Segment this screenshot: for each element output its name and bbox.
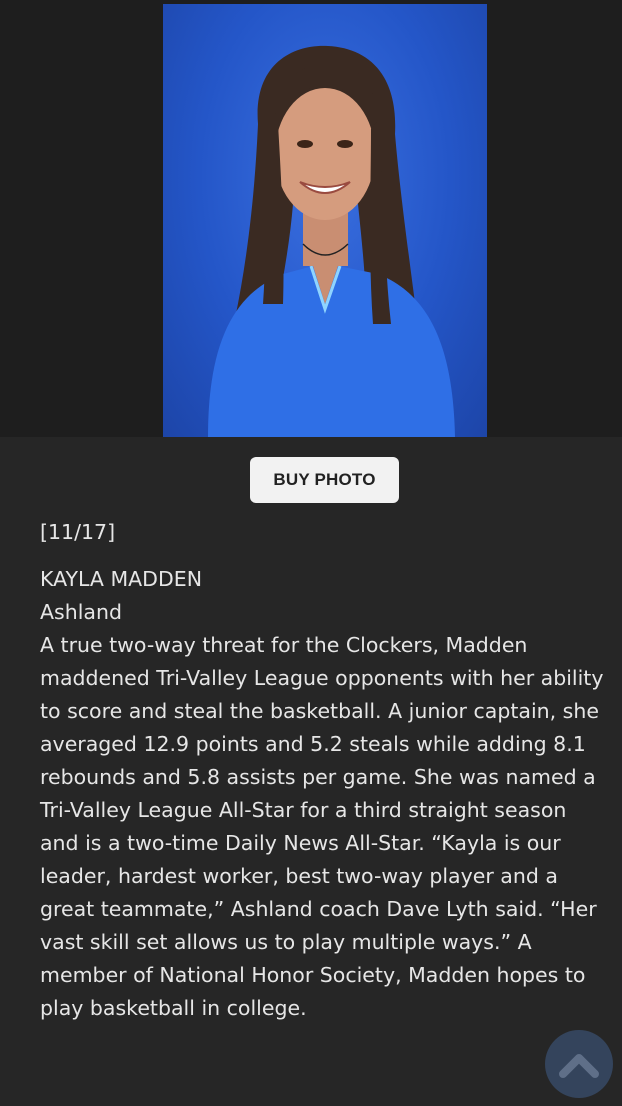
- chevron-up-icon: [559, 1054, 599, 1078]
- photo-counter: [11/17]: [40, 520, 116, 544]
- photo-caption: [11/17] KAYLA MADDEN Ashland A true two-…: [40, 516, 605, 1025]
- photo-viewer: [0, 0, 622, 437]
- player-school: Ashland: [40, 600, 122, 624]
- buy-photo-button[interactable]: BUY PHOTO: [250, 457, 399, 503]
- player-photo[interactable]: [163, 4, 487, 437]
- caption-body: A true two-way threat for the Clockers, …: [40, 633, 604, 1020]
- player-name: KAYLA MADDEN: [40, 567, 203, 591]
- scroll-to-top-button[interactable]: [545, 1030, 613, 1098]
- portrait-illustration: [208, 45, 455, 437]
